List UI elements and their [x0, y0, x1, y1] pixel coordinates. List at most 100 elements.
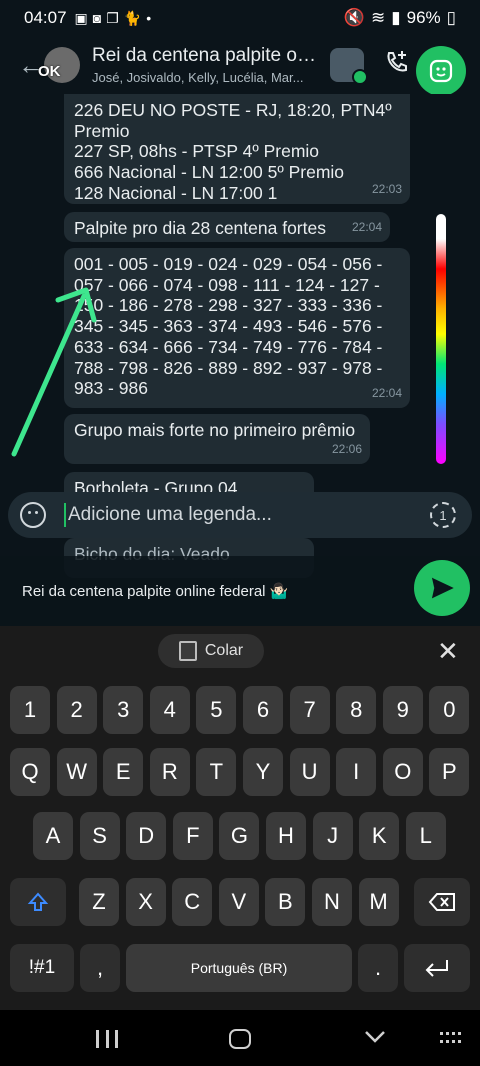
space-key[interactable]: Português (BR) — [126, 944, 352, 992]
key-i[interactable]: I — [336, 748, 377, 796]
shift-icon — [27, 892, 49, 911]
member-avatar[interactable] — [330, 48, 368, 85]
ok-label[interactable]: OK — [38, 63, 61, 80]
backspace-icon — [428, 893, 455, 911]
key-x[interactable]: X — [125, 878, 166, 926]
key-7[interactable]: 7 — [289, 686, 330, 734]
key-e[interactable]: E — [103, 748, 144, 796]
message-time: 22:04 — [351, 220, 382, 235]
message-text: 001 - 005 - 019 - 024 - 029 - 054 - 056 … — [74, 254, 383, 399]
key-f[interactable]: F — [172, 812, 213, 860]
key-4[interactable]: 4 — [149, 686, 190, 734]
key-1[interactable]: 1 — [10, 686, 50, 734]
backspace-key[interactable] — [414, 878, 470, 926]
period-key[interactable]: . — [358, 944, 398, 992]
recipient-row: Rei da centena palpite online federal 🤷🏻… — [0, 556, 480, 626]
key-2[interactable]: 2 — [56, 686, 97, 734]
enter-icon — [425, 960, 448, 977]
wifi-icon: ≋ — [371, 8, 386, 27]
key-k[interactable]: K — [359, 812, 400, 860]
message-bubble[interactable]: 001 - 005 - 019 - 024 - 029 - 054 - 056 … — [64, 248, 410, 408]
color-picker-slider[interactable] — [436, 214, 446, 464]
keyboard-toolbar: Colar ✕ — [0, 626, 480, 678]
home-icon[interactable] — [229, 1029, 251, 1049]
online-badge — [352, 69, 368, 85]
message-time: 22:06 — [331, 442, 362, 457]
chat-participants: José, Josivaldo, Kelly, Lucélia, Mar... — [92, 70, 304, 85]
caption-input[interactable]: Adicione uma legenda... — [68, 504, 430, 526]
navigation-bar — [0, 1010, 480, 1066]
key-o[interactable]: O — [382, 748, 423, 796]
back-chevron-icon[interactable] — [364, 1030, 386, 1044]
emoji-icon[interactable] — [20, 502, 46, 528]
key-8[interactable]: 8 — [336, 686, 377, 734]
keyboard: Colar ✕ 1234567890QWERTYUIOPASDFGHJKLZXC… — [0, 626, 480, 1010]
key-t[interactable]: T — [196, 748, 237, 796]
recents-icon[interactable] — [96, 1030, 118, 1048]
battery-percent: 96% — [406, 8, 441, 27]
key-d[interactable]: D — [126, 812, 167, 860]
copy-notification-icon: ❐ — [106, 9, 119, 26]
key-n[interactable]: N — [312, 878, 352, 926]
key-p[interactable]: P — [429, 748, 470, 796]
close-icon[interactable]: ✕ — [437, 638, 459, 664]
key-h[interactable]: H — [266, 812, 306, 860]
enter-key[interactable] — [404, 944, 470, 992]
key-j[interactable]: J — [312, 812, 353, 860]
key-r[interactable]: R — [149, 748, 190, 796]
key-6[interactable]: 6 — [243, 686, 283, 734]
key-v[interactable]: V — [218, 878, 259, 926]
keyboard-switch-icon[interactable] — [440, 1032, 462, 1046]
send-button[interactable] — [414, 560, 470, 616]
caption-bar: Adicione uma legenda... 1 — [8, 492, 472, 538]
key-g[interactable]: G — [219, 812, 260, 860]
battery-icon: ▯ — [446, 8, 456, 27]
mute-icon: 🔇 — [343, 8, 365, 27]
dot-icon: • — [146, 10, 152, 26]
message-text: 226 DEU NO POSTE - RJ, 18:20, PTN4º Prem… — [74, 100, 392, 203]
key-0[interactable]: 0 — [429, 686, 470, 734]
key-5[interactable]: 5 — [196, 686, 237, 734]
paste-button[interactable]: Colar — [158, 634, 264, 668]
key-s[interactable]: S — [79, 812, 120, 860]
message-time: 22:04 — [371, 386, 402, 401]
camera-notification-icon: ◙ — [92, 10, 102, 26]
key-l[interactable]: L — [405, 812, 446, 860]
key-y[interactable]: Y — [243, 748, 283, 796]
text-cursor — [64, 503, 66, 527]
key-m[interactable]: M — [358, 878, 399, 926]
key-c[interactable]: C — [172, 878, 213, 926]
add-call-icon[interactable] — [384, 49, 410, 81]
signal-icon: ▮ — [391, 8, 401, 27]
message-text: Palpite pro dia 28 centena fortes — [74, 218, 326, 238]
view-once-icon[interactable]: 1 — [430, 502, 456, 528]
key-b[interactable]: B — [265, 878, 306, 926]
key-z[interactable]: Z — [79, 878, 119, 926]
send-icon — [431, 577, 454, 599]
status-bar: 04:07 ▣ ◙ ❐ 🐈 • 🔇 ≋ ▮ 96% ▯ — [0, 0, 480, 36]
chat-area[interactable]: 226 DEU NO POSTE - RJ, 18:20, PTN4º Prem… — [0, 94, 480, 626]
chat-info[interactable]: Rei da centena palpite on... José, Josiv… — [92, 45, 318, 85]
notification-icons: ▣ ◙ ❐ 🐈 • — [75, 10, 152, 27]
back-arrow-icon[interactable]: ← — [18, 50, 44, 81]
key-w[interactable]: W — [56, 748, 97, 796]
key-3[interactable]: 3 — [103, 686, 144, 734]
symbols-key[interactable]: !#1 — [10, 944, 74, 992]
key-u[interactable]: U — [289, 748, 330, 796]
key-a[interactable]: A — [33, 812, 73, 860]
message-text: Grupo mais forte no primeiro prêmio — [74, 420, 356, 440]
shift-key[interactable] — [10, 878, 66, 926]
key-9[interactable]: 9 — [382, 686, 423, 734]
sticker-button[interactable] — [416, 46, 466, 96]
message-time: 22:03 — [371, 182, 402, 197]
comma-key[interactable]: , — [80, 944, 120, 992]
chat-header: ← OK Rei da centena palpite on... José, … — [0, 36, 480, 94]
drawn-arrow — [11, 287, 97, 457]
recipient-name: Rei da centena palpite online federal 🤷🏻… — [22, 583, 289, 600]
message-bubble[interactable]: Palpite pro dia 28 centena fortes 22:04 — [64, 212, 390, 242]
key-q[interactable]: Q — [10, 748, 50, 796]
image-notification-icon: ▣ — [74, 9, 88, 26]
clipboard-icon — [178, 641, 197, 661]
sticker-icon — [429, 59, 453, 83]
message-bubble[interactable]: 226 DEU NO POSTE - RJ, 18:20, PTN4º Prem… — [64, 94, 410, 204]
